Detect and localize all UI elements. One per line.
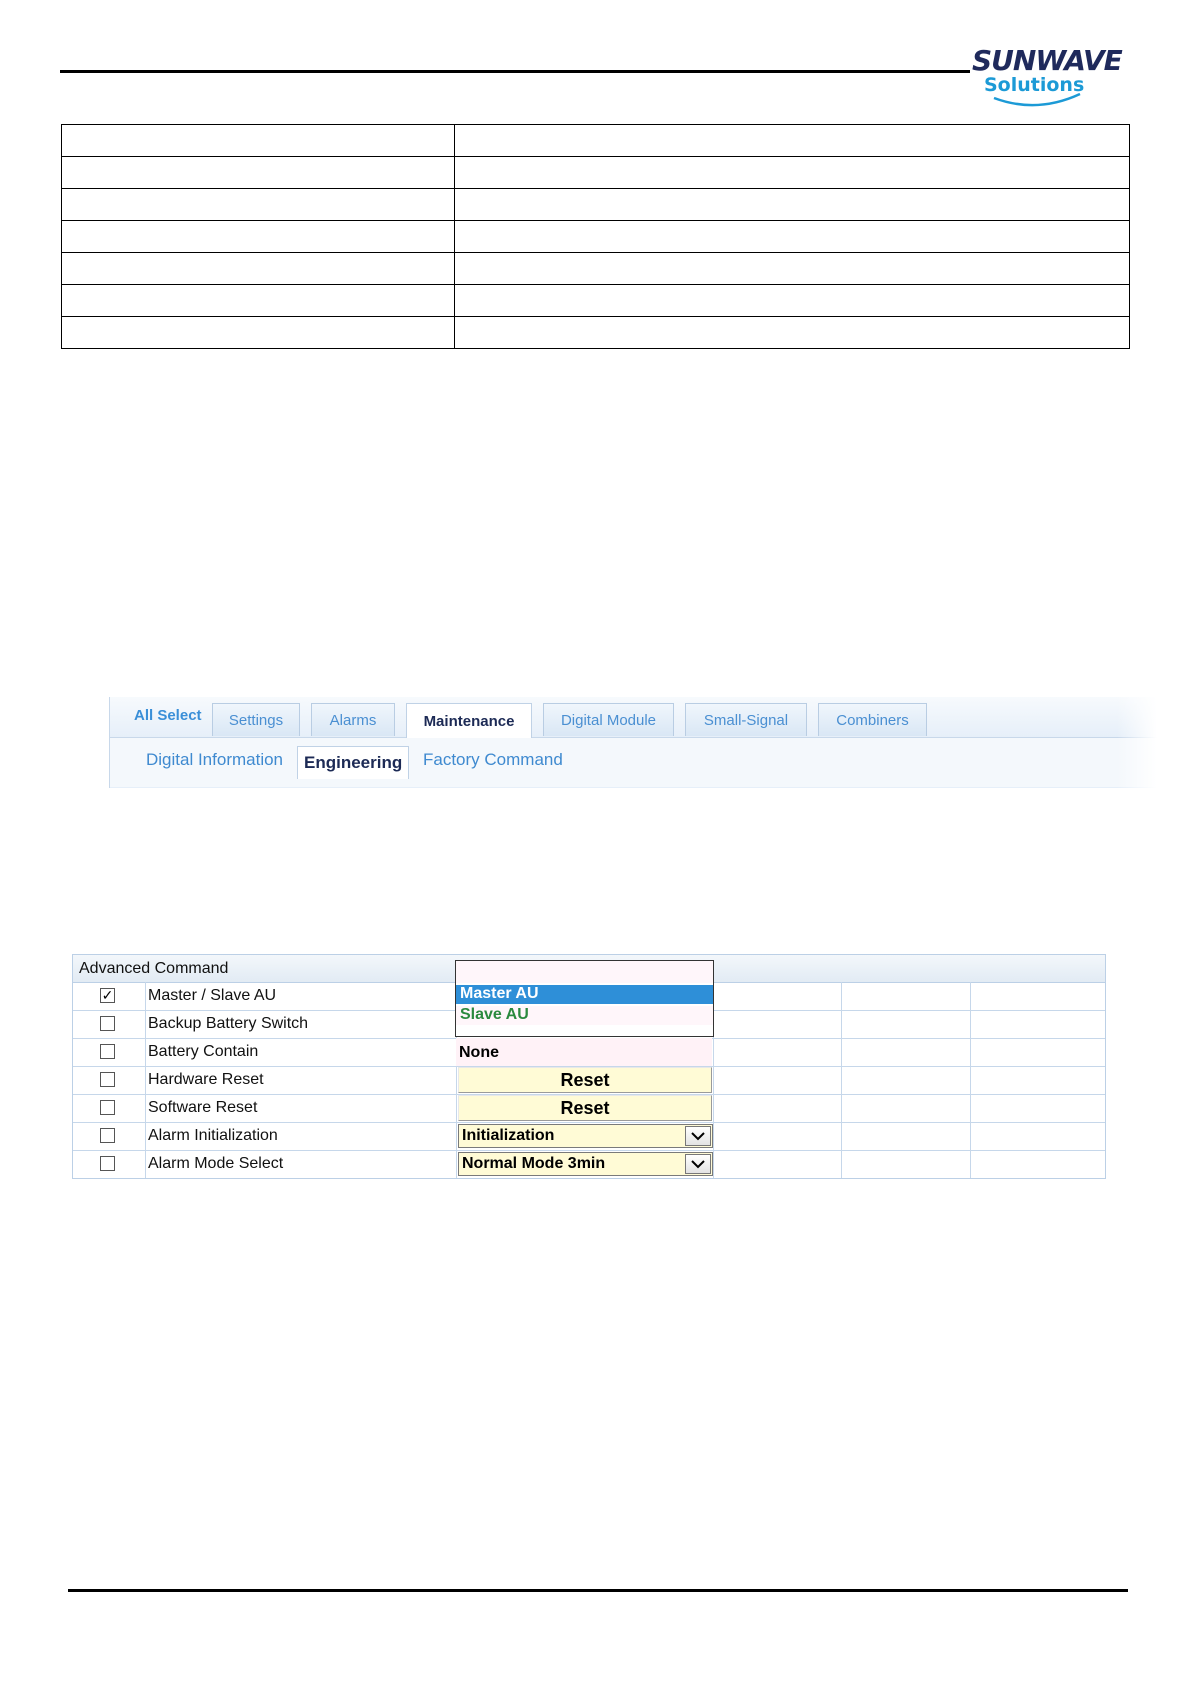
select-value: Initialization — [462, 1127, 555, 1144]
software-reset-button[interactable]: Reset — [458, 1095, 712, 1121]
row-checkbox[interactable]: ✓ — [100, 988, 115, 1003]
row-label: Software Reset — [148, 1099, 258, 1116]
row-checkbox[interactable] — [100, 1100, 115, 1115]
table-row — [61, 188, 1130, 221]
row-checkbox[interactable] — [100, 1156, 115, 1171]
command-row: Battery Contain None — [73, 1038, 1105, 1067]
chevron-down-icon[interactable] — [685, 1154, 711, 1174]
row-label: Battery Contain — [148, 1043, 259, 1060]
command-row: Software Reset Reset — [73, 1094, 1105, 1123]
row-label: Alarm Mode Select — [148, 1155, 284, 1172]
hardware-reset-button[interactable]: Reset — [458, 1067, 712, 1093]
row-label: Master / Slave AU — [148, 987, 277, 1004]
tab-alarms[interactable]: Alarms — [311, 703, 395, 736]
table-row — [61, 220, 1130, 253]
chevron-down-icon[interactable] — [685, 1126, 711, 1146]
table-row — [61, 252, 1130, 285]
row-checkbox[interactable] — [100, 1128, 115, 1143]
table-row — [61, 124, 1130, 157]
tab-small-signal[interactable]: Small-Signal — [685, 703, 807, 736]
header-rule — [60, 70, 970, 73]
command-row: Hardware Reset Reset — [73, 1066, 1105, 1095]
row-label: Hardware Reset — [148, 1071, 264, 1088]
all-select-link[interactable]: All Select — [134, 707, 202, 724]
row-checkbox[interactable] — [100, 1044, 115, 1059]
select-value: Normal Mode 3min — [462, 1155, 606, 1172]
table-row — [61, 156, 1130, 189]
tab-combiners[interactable]: Combiners — [818, 703, 927, 736]
footer-rule — [68, 1589, 1128, 1592]
logo-swoosh-icon — [993, 92, 1081, 107]
table-row — [61, 316, 1130, 349]
row-checkbox[interactable] — [100, 1016, 115, 1031]
sub-tabs: Digital Information Engineering Factory … — [110, 738, 1157, 787]
battery-contain-value: None — [459, 1044, 499, 1061]
alarm-initialization-select[interactable]: Initialization — [458, 1124, 713, 1148]
master-slave-dropdown[interactable]: Master AU Slave AU — [455, 960, 714, 1037]
tab-digital-module[interactable]: Digital Module — [543, 703, 674, 736]
subtab-engineering[interactable]: Engineering — [297, 746, 410, 779]
command-row: Alarm Mode Select Normal Mode 3min — [73, 1150, 1105, 1178]
command-row: Alarm Initialization Initialization — [73, 1122, 1105, 1151]
main-tabs: All Select Settings Alarms Maintenance D… — [110, 697, 1157, 738]
logo-brand-top: SUNWAVE — [972, 44, 1123, 77]
tab-maintenance[interactable]: Maintenance — [406, 703, 532, 738]
table-row — [61, 284, 1130, 317]
dropdown-option-slave-au[interactable]: Slave AU — [456, 1006, 713, 1025]
row-label: Backup Battery Switch — [148, 1015, 309, 1032]
row-label: Alarm Initialization — [148, 1127, 278, 1144]
sunwave-logo: SUNWAVE Solutions — [972, 40, 1132, 110]
blank-table — [61, 124, 1130, 349]
grid-title: Advanced Command — [79, 960, 229, 977]
tab-settings[interactable]: Settings — [212, 703, 300, 736]
subtab-factory-command[interactable]: Factory Command — [423, 750, 563, 770]
subtab-digital-information[interactable]: Digital Information — [146, 750, 283, 770]
alarm-mode-select[interactable]: Normal Mode 3min — [458, 1152, 713, 1176]
tab-panel: All Select Settings Alarms Maintenance D… — [109, 697, 1157, 788]
row-checkbox[interactable] — [100, 1072, 115, 1087]
dropdown-option-master-au[interactable]: Master AU — [456, 985, 713, 1004]
